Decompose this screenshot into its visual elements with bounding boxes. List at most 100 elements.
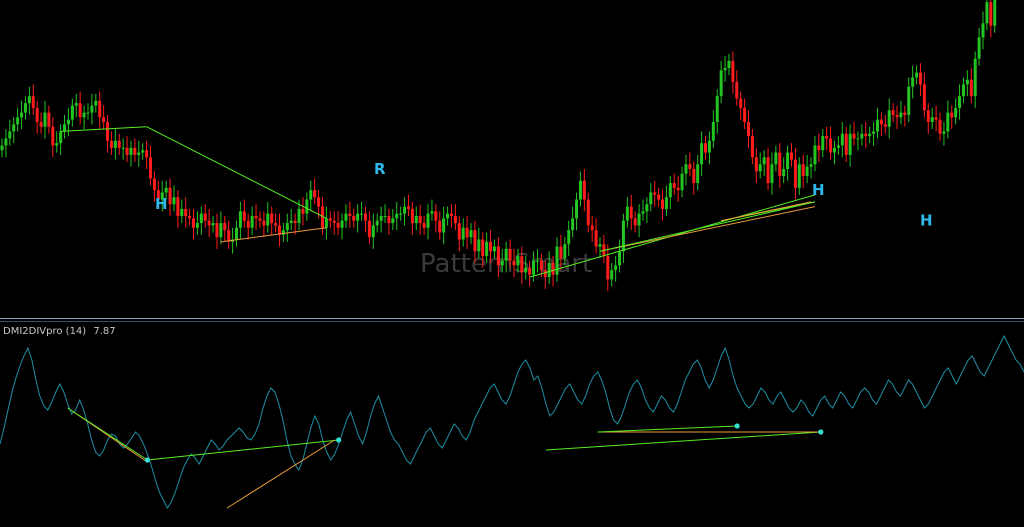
candle-body bbox=[934, 117, 938, 120]
candle-body bbox=[578, 180, 582, 200]
candle-body bbox=[707, 140, 711, 153]
candle-body bbox=[289, 220, 293, 224]
candle-body bbox=[946, 112, 950, 132]
candle-body bbox=[102, 117, 106, 122]
candle-body bbox=[74, 103, 78, 106]
candle-body bbox=[727, 60, 731, 68]
candle-body bbox=[907, 86, 911, 115]
candle-body bbox=[422, 223, 426, 228]
candle-body bbox=[145, 150, 149, 158]
candle-body bbox=[504, 248, 508, 261]
candle-body bbox=[614, 265, 618, 271]
pattern-label: H bbox=[920, 211, 933, 229]
candle-body bbox=[645, 204, 649, 212]
candle-body bbox=[449, 213, 453, 216]
candle-body bbox=[805, 166, 809, 177]
candle-body bbox=[348, 213, 352, 216]
candle-body bbox=[981, 23, 985, 38]
candle-body bbox=[606, 255, 610, 280]
candle-body bbox=[500, 260, 504, 266]
candle-body bbox=[184, 208, 188, 216]
candle-body bbox=[625, 206, 629, 221]
candle-body bbox=[328, 218, 332, 221]
candle-body bbox=[700, 143, 704, 165]
candle-body bbox=[172, 197, 176, 205]
candle-body bbox=[23, 103, 27, 113]
candle-body bbox=[875, 119, 879, 132]
candle-body bbox=[926, 110, 930, 122]
candle-body bbox=[31, 96, 35, 108]
candle-body bbox=[215, 223, 219, 238]
candle-body bbox=[598, 244, 602, 247]
candle-body bbox=[117, 140, 121, 148]
candle-body bbox=[571, 218, 575, 231]
candle-body bbox=[610, 270, 614, 280]
candle-body bbox=[469, 230, 473, 238]
pattern-label: R bbox=[374, 160, 386, 178]
candle-body bbox=[363, 213, 367, 221]
candle-body bbox=[180, 208, 184, 216]
pattern-label: H bbox=[155, 195, 168, 213]
candle-body bbox=[661, 199, 665, 209]
indicator-name: DMI2DIVpro (14) bbox=[3, 326, 86, 337]
candle-body bbox=[51, 126, 55, 146]
candle-body bbox=[211, 223, 215, 226]
candle-body bbox=[563, 244, 567, 259]
candle-body bbox=[512, 260, 516, 266]
candle-body bbox=[324, 218, 328, 228]
candle-body bbox=[754, 157, 758, 172]
candle-body bbox=[227, 230, 231, 242]
candle-body bbox=[524, 267, 528, 273]
candle-body bbox=[723, 67, 727, 71]
candle-body bbox=[82, 112, 86, 118]
pivot-dot bbox=[336, 437, 342, 443]
candle-body bbox=[891, 110, 895, 115]
candle-body bbox=[78, 103, 82, 118]
candle-body bbox=[739, 98, 743, 108]
candle-body bbox=[489, 241, 493, 252]
candle-body bbox=[696, 164, 700, 184]
chart-canvas: PatternSmart HRHH DMI2DIVpro (14) 7.87 bbox=[0, 0, 1024, 527]
candle-body bbox=[492, 246, 496, 252]
candle-body bbox=[336, 223, 340, 228]
candle-body bbox=[414, 216, 418, 224]
candle-body bbox=[797, 164, 801, 188]
candle-body bbox=[207, 220, 211, 226]
candle-body bbox=[641, 211, 645, 214]
candle-body bbox=[90, 105, 94, 113]
candle-body bbox=[684, 164, 688, 174]
candle-body bbox=[203, 213, 207, 221]
candle-body bbox=[152, 178, 156, 191]
candle-body bbox=[344, 213, 348, 221]
candle-body bbox=[633, 218, 637, 226]
candle-body bbox=[676, 187, 680, 191]
candle-body bbox=[848, 133, 852, 155]
candle-body bbox=[305, 199, 309, 214]
candle-body bbox=[918, 72, 922, 85]
candle-body bbox=[59, 131, 63, 144]
candle-body bbox=[133, 147, 137, 155]
candle-body bbox=[410, 208, 414, 224]
candle-body bbox=[590, 225, 594, 231]
candle-body bbox=[539, 260, 543, 271]
candle-body bbox=[856, 138, 860, 140]
candle-body bbox=[461, 227, 465, 240]
candle-body bbox=[778, 152, 782, 177]
candle-body bbox=[747, 122, 751, 137]
candle-body bbox=[922, 84, 926, 111]
candle-body bbox=[352, 216, 356, 221]
candle-body bbox=[668, 183, 672, 198]
candle-body bbox=[973, 58, 977, 97]
candle-body bbox=[895, 114, 899, 118]
candle-body bbox=[340, 220, 344, 228]
candle-body bbox=[235, 227, 239, 240]
candle-body bbox=[453, 216, 457, 224]
candle-body bbox=[950, 112, 954, 118]
candle-body bbox=[332, 220, 336, 224]
candle-body bbox=[789, 152, 793, 160]
candle-body bbox=[711, 122, 715, 141]
candle-body bbox=[137, 152, 141, 155]
candle-body bbox=[528, 267, 532, 275]
candle-body bbox=[535, 260, 539, 262]
candle-body bbox=[176, 197, 180, 216]
